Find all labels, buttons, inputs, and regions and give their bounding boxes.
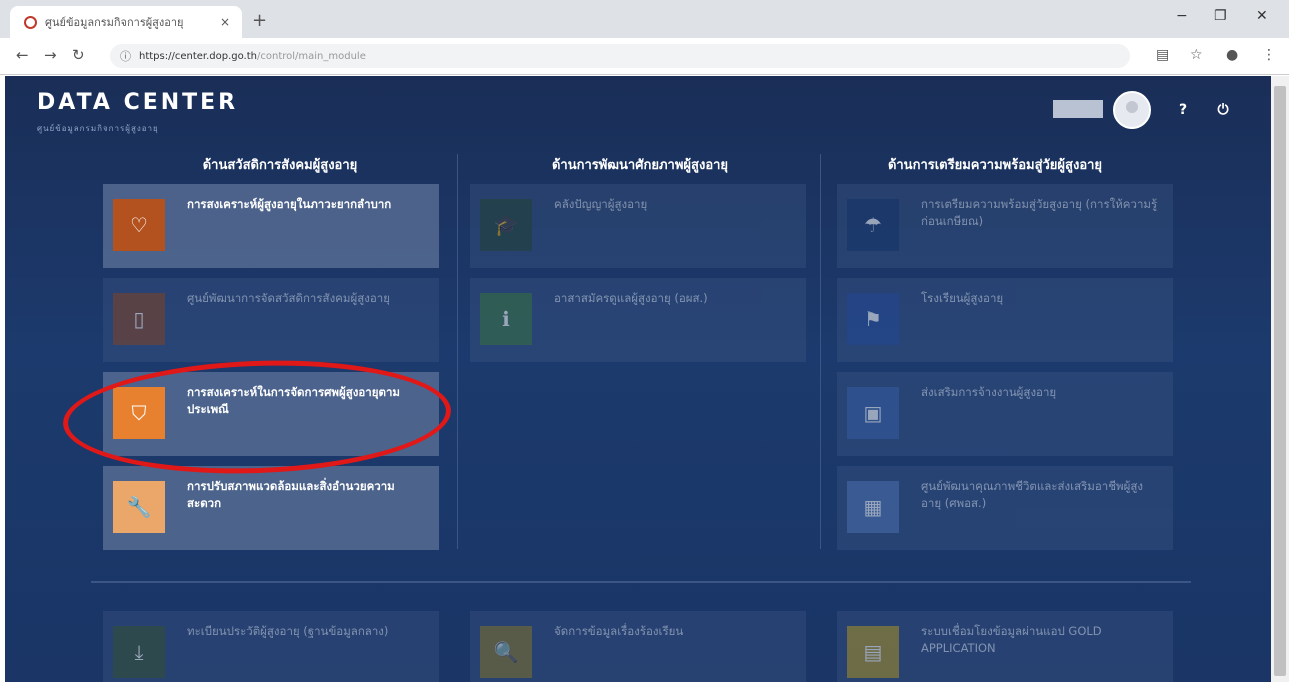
page-title: DATA CENTER xyxy=(37,90,239,115)
power-icon[interactable]: ⏻ xyxy=(1215,102,1231,118)
card-label: ศูนย์พัฒนาคุณภาพชีวิตและส่งเสริมอาชีพผู้… xyxy=(921,479,1143,510)
scrollbar-thumb[interactable] xyxy=(1274,86,1286,676)
reload-icon[interactable]: ↻ xyxy=(72,46,85,64)
tab-title: ศูนย์ข้อมูลกรมกิจการผู้สูงอายุ xyxy=(45,16,184,29)
column-divider xyxy=(457,154,458,549)
card-label: คลังปัญญาผู้สูงอายุ xyxy=(554,197,648,211)
card-home-repair[interactable]: 🔧 การปรับสภาพแวดล้อมและสิ่งอำนวยความสะดว… xyxy=(103,466,439,550)
heart-icon: ♡ xyxy=(113,199,165,251)
bookmark-star-icon[interactable]: ☆ xyxy=(1190,47,1203,63)
card-elderly-school[interactable]: ⚑ โรงเรียนผู้สูงอายุ xyxy=(837,278,1173,362)
card-funeral-aid[interactable]: ⛉ การสงเคราะห์ในการจัดการศพผู้สูงอายุตาม… xyxy=(103,372,439,456)
card-label: จัดการข้อมูลเรื่องร้องเรียน xyxy=(554,624,684,638)
section-divider xyxy=(91,581,1191,583)
card-elderly-registry[interactable]: ⤓ ทะเบียนประวัติผู้สูงอายุ (ฐานข้อมูลกลา… xyxy=(103,611,439,682)
card-elderly-volunteer[interactable]: ℹ อาสาสมัครดูแลผู้สูงอายุ (อผส.) xyxy=(470,278,806,362)
group-icon: ▦ xyxy=(847,481,899,533)
card-search-info[interactable]: 🔍 จัดการข้อมูลเรื่องร้องเรียน xyxy=(470,611,806,682)
info-icon: ℹ xyxy=(480,293,532,345)
column-heading-welfare: ด้านสวัสดิการสังคมผู้สูงอายุ xyxy=(202,158,358,173)
document-icon: ▤ xyxy=(847,626,899,678)
help-icon[interactable]: ? xyxy=(1175,102,1191,118)
profile-icon[interactable]: ● xyxy=(1226,47,1238,63)
bookmark-icon: ⛉ xyxy=(113,387,165,439)
new-tab-button[interactable]: + xyxy=(252,10,267,31)
card-welfare-hardship[interactable]: ♡ การสงเคราะห์ผู้สูงอายุในภาวะยากลำบาก xyxy=(103,184,439,268)
url-field[interactable]: ⓘ https://center.dop.go.th /control/main… xyxy=(110,44,1130,68)
page-subtitle: ศูนย์ข้อมูลกรมกิจการผู้สูงอายุ xyxy=(37,124,159,133)
graduation-cap-icon: 🎓 xyxy=(480,199,532,251)
card-gold-app[interactable]: ▤ ระบบเชื่อมโยงข้อมูลผ่านแอป GOLD APPLIC… xyxy=(837,611,1173,682)
briefcase-icon: ▣ xyxy=(847,387,899,439)
back-arrow-icon[interactable]: ← xyxy=(16,46,29,64)
card-label: การเตรียมความพร้อมสู่วัยสูงอายุ (การให้ค… xyxy=(921,197,1158,228)
card-label: ทะเบียนประวัติผู้สูงอายุ (ฐานข้อมูลกลาง) xyxy=(187,624,389,638)
translate-icon[interactable]: ▤ xyxy=(1156,47,1169,63)
browser-tab[interactable]: ศูนย์ข้อมูลกรมกิจการผู้สูงอายุ × xyxy=(10,6,242,38)
url-path: /control/main_module xyxy=(257,50,366,62)
search-icon: 🔍 xyxy=(480,626,532,678)
column-divider xyxy=(820,154,821,549)
card-label: อาสาสมัครดูแลผู้สูงอายุ (อผส.) xyxy=(554,291,708,305)
card-label: ส่งเสริมการจ้างงานผู้สูงอายุ xyxy=(921,385,1057,399)
flag-icon: ⚑ xyxy=(847,293,899,345)
close-window-button[interactable]: ✕ xyxy=(1256,8,1268,24)
column-heading-preparation: ด้านการเตรียมความพร้อมสู่วัยผู้สูงอายุ xyxy=(887,158,1103,173)
card-label: การสงเคราะห์ในการจัดการศพผู้สูงอายุตามปร… xyxy=(187,385,400,416)
menu-dots-icon[interactable]: ⋮ xyxy=(1262,47,1276,63)
card-elderly-job[interactable]: ▣ ส่งเสริมการจ้างงานผู้สูงอายุ xyxy=(837,372,1173,456)
info-circle-icon: ⓘ xyxy=(120,50,131,63)
card-label: การปรับสภาพแวดล้อมและสิ่งอำนวยความสะดวก xyxy=(187,479,395,510)
umbrella-icon: ☂ xyxy=(847,199,899,251)
card-pre-aging-prep[interactable]: ☂ การเตรียมความพร้อมสู่วัยสูงอายุ (การให… xyxy=(837,184,1173,268)
card-welfare-center[interactable]: ▯ ศูนย์พัฒนาการจัดสวัสดิการสังคมผู้สูงอา… xyxy=(103,278,439,362)
download-icon: ⤓ xyxy=(113,626,165,678)
avatar[interactable] xyxy=(1113,91,1151,129)
address-bar-row: ← → ↻ ⓘ https://center.dop.go.th /contro… xyxy=(0,38,1289,75)
close-tab-icon[interactable]: × xyxy=(220,15,230,29)
card-elderly-wisdom[interactable]: 🎓 คลังปัญญาผู้สูงอายุ xyxy=(470,184,806,268)
wrench-icon: 🔧 xyxy=(113,481,165,533)
column-heading-development: ด้านการพัฒนาศักยภาพผู้สูงอายุ xyxy=(551,158,729,173)
minimize-button[interactable]: − xyxy=(1176,8,1188,24)
card-label: ระบบเชื่อมโยงข้อมูลผ่านแอป GOLD APPLICAT… xyxy=(921,624,1102,655)
card-label: การสงเคราะห์ผู้สูงอายุในภาวะยากลำบาก xyxy=(187,197,392,211)
url-host: https://center.dop.go.th xyxy=(139,50,257,62)
forward-arrow-icon[interactable]: → xyxy=(44,46,57,64)
browser-tab-bar: ศูนย์ข้อมูลกรมกิจการผู้สูงอายุ × + − ❐ ✕ xyxy=(0,0,1289,38)
maximize-button[interactable]: ❐ xyxy=(1214,8,1227,24)
data-center-page: DATA CENTER ศูนย์ข้อมูลกรมกิจการผู้สูงอา… xyxy=(5,76,1271,682)
scrollbar[interactable] xyxy=(1271,76,1289,682)
card-label: ศูนย์พัฒนาการจัดสวัสดิการสังคมผู้สูงอายุ xyxy=(187,291,390,305)
book-icon: ▯ xyxy=(113,293,165,345)
card-quality-center[interactable]: ▦ ศูนย์พัฒนาคุณภาพชีวิตและส่งเสริมอาชีพผ… xyxy=(837,466,1173,550)
card-label: โรงเรียนผู้สูงอายุ xyxy=(921,291,1004,305)
site-favicon-icon xyxy=(24,15,37,29)
username-label xyxy=(1053,100,1103,118)
